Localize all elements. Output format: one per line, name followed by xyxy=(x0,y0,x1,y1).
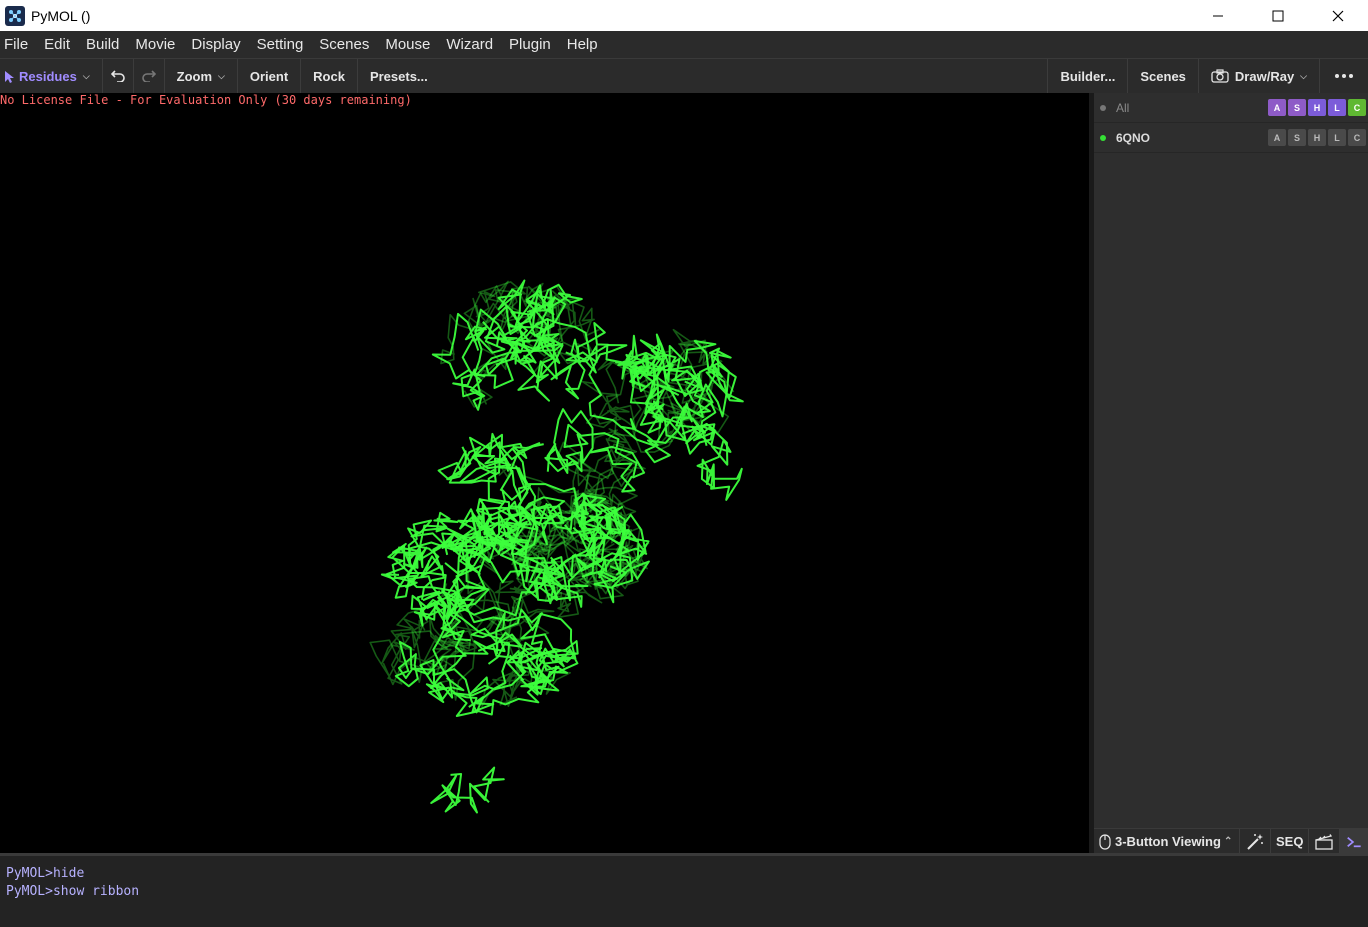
toolbar: Residues ⌵ Zoom ⌵ Orient Rock Presets...… xyxy=(0,58,1368,94)
show-button[interactable]: S xyxy=(1288,129,1306,146)
menu-plugin[interactable]: Plugin xyxy=(501,31,559,58)
magic-wand-icon xyxy=(1247,833,1263,850)
viewer-status-bar: 3-Button Viewing ⌃ SEQ xyxy=(1094,828,1368,855)
mouse-mode-label: 3-Button Viewing xyxy=(1115,834,1221,849)
orient-button[interactable]: Orient xyxy=(238,58,302,94)
menu-help[interactable]: Help xyxy=(559,31,606,58)
cursor-arrow-icon xyxy=(5,70,14,83)
object-name: All xyxy=(1116,100,1130,115)
selection-mode-dropdown[interactable]: Residues ⌵ xyxy=(0,58,103,94)
menu-wizard[interactable]: Wizard xyxy=(438,31,501,58)
rock-label: Rock xyxy=(313,68,345,84)
console-line: PyMOL>show ribbon xyxy=(6,884,140,899)
scenes-button[interactable]: Scenes xyxy=(1128,58,1199,94)
label-button[interactable]: L xyxy=(1328,129,1346,146)
object-row-6qno[interactable]: 6QNO A S H L C xyxy=(1094,123,1368,153)
mouse-mode-dropdown[interactable]: 3-Button Viewing ⌃ xyxy=(1094,828,1240,855)
object-row-all[interactable]: All A S H L C xyxy=(1094,93,1368,123)
color-button[interactable]: C xyxy=(1348,129,1366,146)
menu-build[interactable]: Build xyxy=(78,31,127,58)
scenes-label: Scenes xyxy=(1140,68,1186,84)
menu-scenes[interactable]: Scenes xyxy=(311,31,377,58)
backbone-trace xyxy=(430,766,505,814)
builder-button[interactable]: Builder... xyxy=(1047,58,1129,94)
clapperboard-icon xyxy=(1315,833,1334,850)
terminal-icon xyxy=(1347,836,1362,847)
protein-ribbon-render xyxy=(369,279,744,814)
maximize-button[interactable] xyxy=(1248,0,1308,31)
hide-button[interactable]: H xyxy=(1308,99,1326,116)
menu-edit[interactable]: Edit xyxy=(36,31,78,58)
object-name: 6QNO xyxy=(1116,130,1151,145)
action-button[interactable]: A xyxy=(1268,99,1286,116)
menu-setting[interactable]: Setting xyxy=(249,31,312,58)
minimize-button[interactable] xyxy=(1188,0,1248,31)
rock-button[interactable]: Rock xyxy=(301,58,358,94)
chevron-down-icon: ⌵ xyxy=(82,70,90,81)
redo-icon xyxy=(141,70,156,82)
menu-movie[interactable]: Movie xyxy=(127,31,183,58)
title-bar: PyMOL () xyxy=(0,0,1368,31)
menu-file[interactable]: File xyxy=(0,31,36,58)
presets-button[interactable]: Presets... xyxy=(358,59,440,94)
console-line: PyMOL>hide xyxy=(6,866,85,881)
chevron-down-icon: ⌵ xyxy=(218,70,225,81)
menu-bar: File Edit Build Movie Display Setting Sc… xyxy=(0,31,1368,58)
builder-label: Builder... xyxy=(1060,68,1116,84)
sequence-button[interactable]: SEQ xyxy=(1271,828,1310,855)
object-panel: All A S H L C 6QNO A S H L C xyxy=(1094,93,1368,828)
undo-icon xyxy=(110,70,125,82)
chevron-up-icon: ⌃ xyxy=(1223,836,1233,847)
hide-button[interactable]: H xyxy=(1308,129,1326,146)
menu-display[interactable]: Display xyxy=(183,31,248,58)
command-console[interactable]: PyMOL>hide PyMOL>show ribbon xyxy=(0,853,1368,927)
close-button[interactable] xyxy=(1308,0,1368,31)
redo-button[interactable] xyxy=(134,58,165,94)
camera-icon xyxy=(1211,69,1229,83)
zoom-dropdown[interactable]: Zoom ⌵ xyxy=(165,58,238,94)
more-options-button[interactable] xyxy=(1320,59,1368,94)
pymol-app-icon xyxy=(5,5,25,26)
more-dots-icon xyxy=(1335,74,1353,78)
color-button[interactable]: C xyxy=(1348,99,1366,116)
orient-label: Orient xyxy=(249,68,289,84)
draw-ray-dropdown[interactable]: Draw/Ray ⌵ xyxy=(1199,58,1320,94)
presets-label: Presets... xyxy=(369,68,428,84)
draw-ray-label: Draw/Ray xyxy=(1234,68,1295,84)
undo-button[interactable] xyxy=(103,58,134,94)
selection-mode-label: Residues xyxy=(19,68,77,84)
action-button[interactable]: A xyxy=(1268,129,1286,146)
mouse-icon xyxy=(1099,833,1111,850)
zoom-label: Zoom xyxy=(176,68,213,84)
backbone-trace xyxy=(693,425,743,501)
window-title: PyMOL () xyxy=(31,7,91,24)
chevron-down-icon: ⌵ xyxy=(1300,70,1307,81)
console-toggle-button[interactable] xyxy=(1340,828,1368,855)
visibility-dot-icon[interactable] xyxy=(1100,104,1106,111)
seq-label: SEQ xyxy=(1276,834,1304,849)
visibility-dot-icon[interactable] xyxy=(1100,134,1106,141)
label-button[interactable]: L xyxy=(1328,99,1346,116)
effects-button[interactable] xyxy=(1240,828,1271,855)
show-button[interactable]: S xyxy=(1288,99,1306,116)
3d-viewport[interactable]: No License File - For Evaluation Only (3… xyxy=(0,93,1089,853)
movie-button[interactable] xyxy=(1309,828,1341,855)
menu-mouse[interactable]: Mouse xyxy=(377,31,438,58)
